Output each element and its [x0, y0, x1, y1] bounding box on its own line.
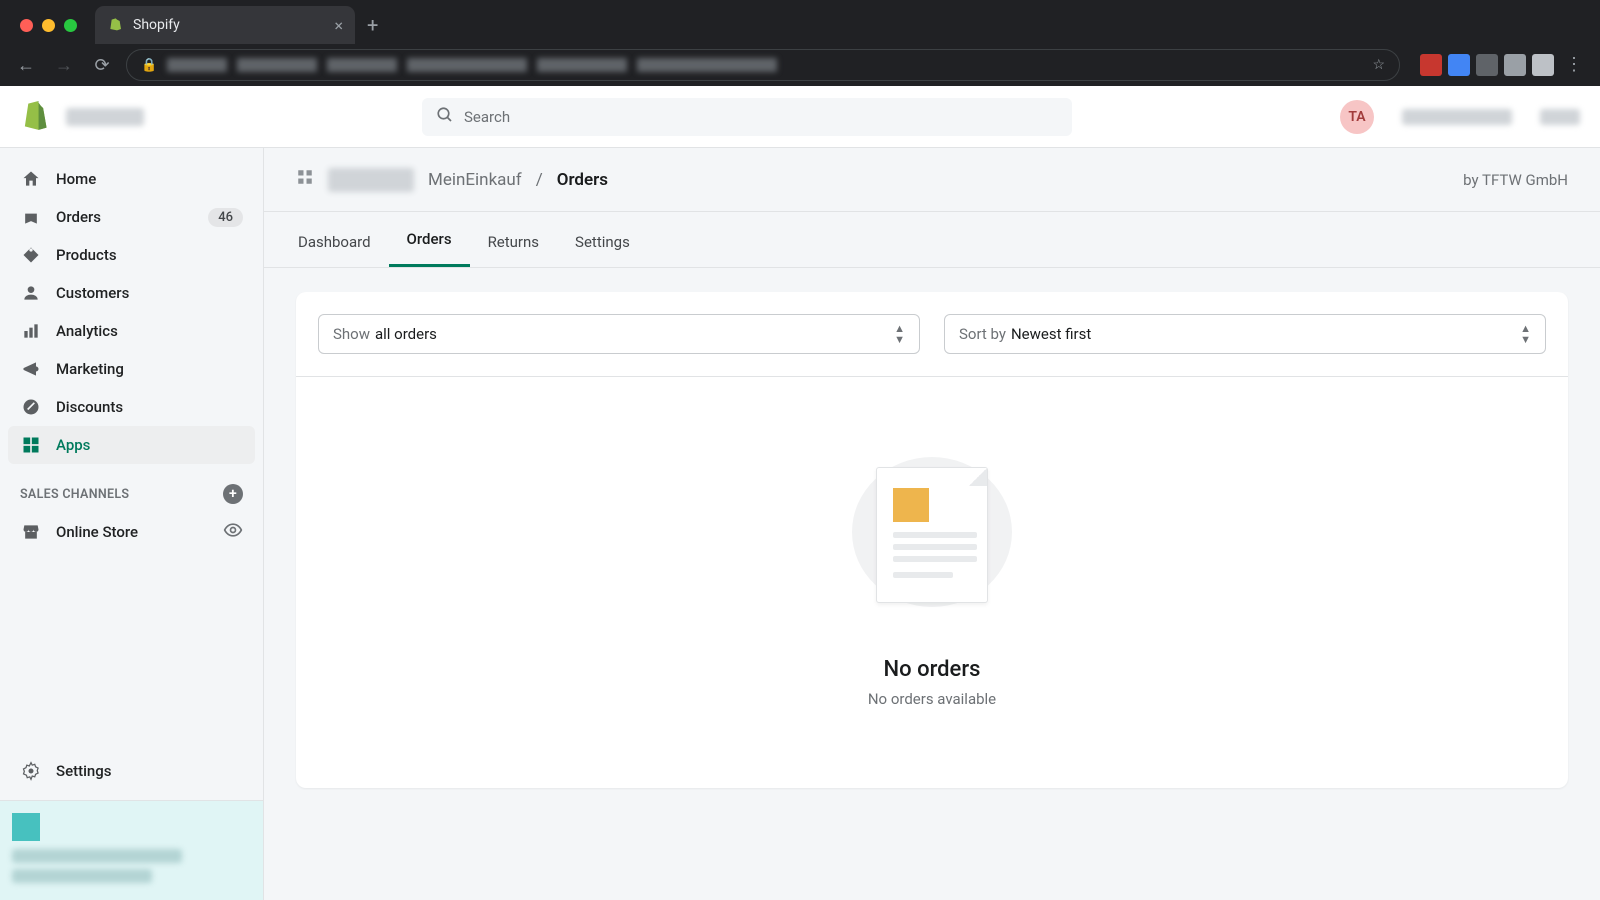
sidebar-item-label: Products	[56, 246, 117, 264]
apps-icon	[20, 434, 42, 456]
account-name-blurred	[1402, 109, 1512, 125]
sidebar-item-label: Discounts	[56, 398, 123, 416]
sidebar-item-apps[interactable]: Apps	[8, 426, 255, 464]
sidebar-item-discounts[interactable]: Discounts	[8, 388, 255, 426]
discounts-icon	[20, 396, 42, 418]
sidebar-item-orders[interactable]: Orders 46	[8, 198, 255, 236]
breadcrumb-blurred	[328, 168, 414, 192]
sidebar-item-marketing[interactable]: Marketing	[8, 350, 255, 388]
products-icon	[20, 244, 42, 266]
sidebar: Home Orders 46 Products Customers Analyt…	[0, 148, 264, 900]
window-zoom-button[interactable]	[64, 19, 77, 32]
bookmark-star-icon[interactable]: ☆	[1372, 57, 1385, 73]
window-close-button[interactable]	[20, 19, 33, 32]
window-minimize-button[interactable]	[42, 19, 55, 32]
toolbar: ← → ⟳ 🔒 ☆ ⋮	[0, 44, 1600, 86]
profile-avatar-icon[interactable]	[1532, 54, 1554, 76]
trial-banner[interactable]	[0, 800, 263, 900]
store-name-blurred	[66, 108, 144, 126]
sort-label: Sort by	[959, 325, 1006, 343]
extension-icon[interactable]	[1448, 54, 1470, 76]
sidebar-item-label: Online Store	[56, 523, 138, 541]
sidebar-item-settings[interactable]: Settings	[8, 752, 255, 790]
sort-value: Newest first	[1011, 325, 1091, 343]
browser-tab[interactable]: Shopify ×	[95, 6, 355, 44]
app-header: Search TA	[0, 86, 1600, 148]
tab-orders[interactable]: Orders	[389, 214, 470, 267]
app-grid-icon[interactable]	[296, 168, 314, 191]
lock-icon: 🔒	[141, 58, 157, 73]
home-icon	[20, 168, 42, 190]
sidebar-channel-online-store[interactable]: Online Store	[8, 512, 255, 552]
sidebar-item-products[interactable]: Products	[8, 236, 255, 274]
shopify-favicon-icon	[107, 17, 123, 33]
gear-icon	[20, 760, 42, 782]
tabs: Dashboard Orders Returns Settings	[264, 212, 1600, 268]
show-value: all orders	[375, 325, 437, 343]
sidebar-item-label: Settings	[56, 762, 112, 780]
sidebar-item-label: Marketing	[56, 360, 124, 378]
app-byline: by TFTW GmbH	[1463, 171, 1568, 189]
sidebar-item-home[interactable]: Home	[8, 160, 255, 198]
show-label: Show	[333, 325, 370, 343]
empty-document-icon	[852, 457, 1012, 607]
orders-card: Show all orders ▲▼ Sort by Newest first …	[296, 292, 1568, 788]
shopify-admin: Search TA Home Orders 46 Products Custom…	[0, 86, 1600, 900]
orders-icon	[20, 206, 42, 228]
tab-settings[interactable]: Settings	[557, 217, 648, 267]
shopify-logo-icon	[20, 99, 48, 135]
marketing-icon	[20, 358, 42, 380]
back-button[interactable]: ←	[12, 55, 40, 76]
add-channel-button[interactable]: +	[223, 484, 243, 504]
analytics-icon	[20, 320, 42, 342]
new-tab-button[interactable]: +	[367, 13, 378, 37]
empty-state: No orders No orders available	[296, 377, 1568, 788]
orders-count-badge: 46	[208, 208, 243, 227]
account-name-blurred-2	[1540, 109, 1580, 125]
sidebar-item-analytics[interactable]: Analytics	[8, 312, 255, 350]
chevron-updown-icon: ▲▼	[894, 323, 905, 345]
filter-row: Show all orders ▲▼ Sort by Newest first …	[296, 292, 1568, 377]
trial-banner-icon	[12, 813, 40, 841]
extension-icon[interactable]	[1476, 54, 1498, 76]
address-bar[interactable]: 🔒 ☆	[126, 49, 1400, 81]
sidebar-item-label: Customers	[56, 284, 129, 302]
tab-bar: Shopify × +	[0, 0, 1600, 44]
sidebar-item-label: Home	[56, 170, 96, 188]
browser-chrome: Shopify × + ← → ⟳ 🔒 ☆ ⋮	[0, 0, 1600, 86]
extension-icons: ⋮	[1420, 54, 1588, 76]
breadcrumb-separator: /	[536, 170, 543, 190]
extension-icon[interactable]	[1420, 54, 1442, 76]
reload-button[interactable]: ⟳	[88, 55, 116, 76]
search-input[interactable]: Search	[422, 98, 1072, 136]
user-avatar[interactable]: TA	[1340, 100, 1374, 134]
sidebar-item-label: Apps	[56, 436, 90, 454]
search-icon	[436, 106, 454, 128]
menu-icon[interactable]: ⋮	[1560, 54, 1588, 76]
show-select[interactable]: Show all orders ▲▼	[318, 314, 920, 354]
traffic-lights	[20, 19, 77, 32]
customers-icon	[20, 282, 42, 304]
store-icon	[20, 521, 42, 543]
tab-dashboard[interactable]: Dashboard	[280, 217, 389, 267]
sort-select[interactable]: Sort by Newest first ▲▼	[944, 314, 1546, 354]
chevron-updown-icon: ▲▼	[1520, 323, 1531, 345]
search-placeholder: Search	[464, 108, 510, 126]
tab-returns[interactable]: Returns	[470, 217, 557, 267]
forward-button[interactable]: →	[50, 55, 78, 76]
empty-subtitle: No orders available	[868, 690, 996, 708]
tab-title: Shopify	[133, 17, 180, 33]
close-tab-icon[interactable]: ×	[334, 16, 343, 35]
sales-channels-heading: SALES CHANNELS +	[8, 464, 255, 512]
sidebar-item-customers[interactable]: Customers	[8, 274, 255, 312]
breadcrumb-app-link[interactable]: MeinEinkauf	[428, 170, 522, 190]
view-store-icon[interactable]	[223, 520, 243, 544]
breadcrumb-row: MeinEinkauf / Orders by TFTW GmbH	[264, 148, 1600, 212]
main-content: MeinEinkauf / Orders by TFTW GmbH Dashbo…	[264, 148, 1600, 900]
breadcrumb-current: Orders	[557, 170, 608, 190]
extension-icon[interactable]	[1504, 54, 1526, 76]
empty-title: No orders	[884, 657, 981, 682]
sidebar-item-label: Analytics	[56, 322, 118, 340]
sidebar-item-label: Orders	[56, 208, 101, 226]
